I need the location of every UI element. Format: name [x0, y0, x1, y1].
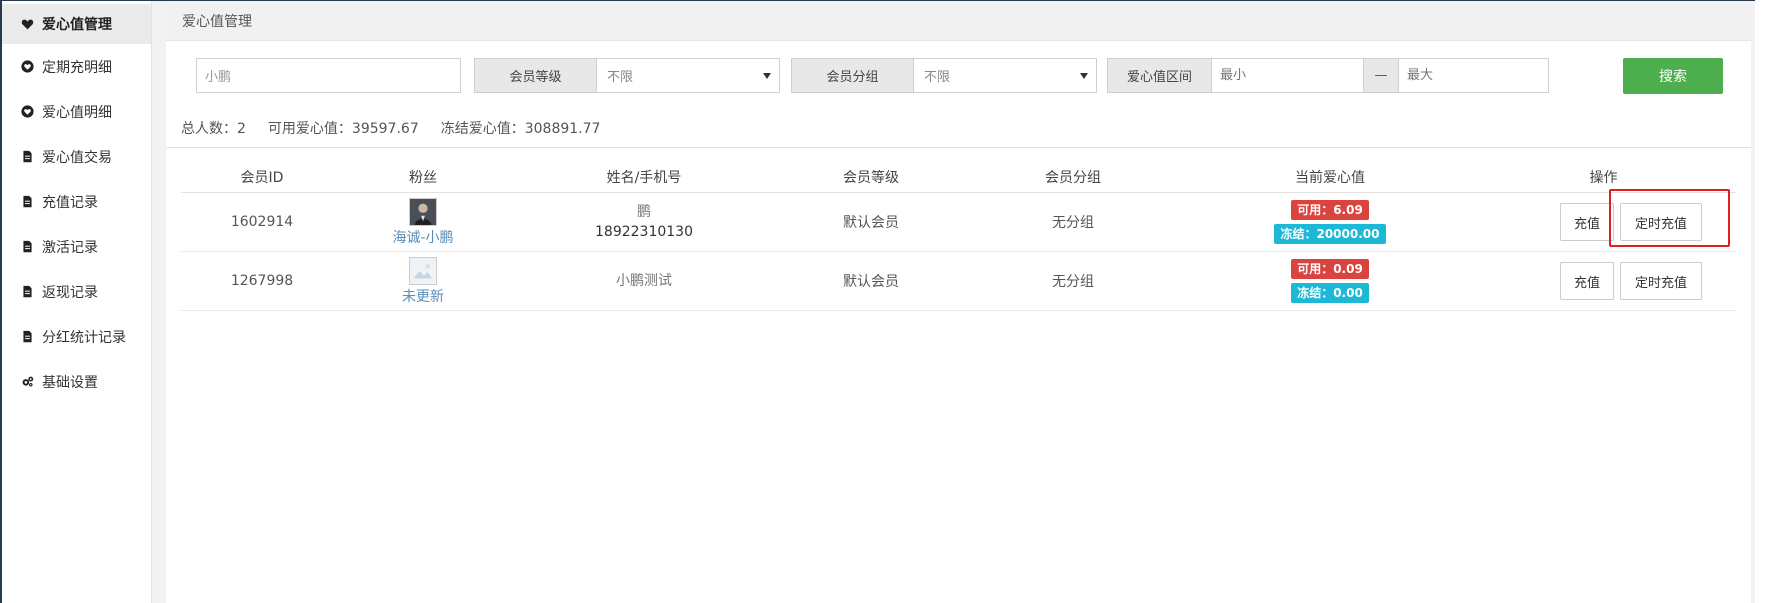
member-group-filter: 会员分组 不限: [791, 58, 1097, 93]
sidebar-item-label: 爱心值明细: [42, 104, 112, 121]
highlight-annotation: [1609, 189, 1730, 247]
heart-icon: [20, 17, 34, 31]
member-table: 会员ID 粉丝 姓名/手机号 会员等级 会员分组 当前爱心值 操作 160291…: [181, 161, 1736, 311]
sidebar-item-basic-settings[interactable]: 基础设置: [2, 359, 151, 404]
member-phone: 18922310130: [595, 224, 693, 240]
document-icon: [20, 150, 34, 164]
sidebar-item-label: 充值记录: [42, 194, 98, 211]
sidebar-item-love-detail[interactable]: 爱心值明细: [2, 89, 151, 134]
name-phone-cell: 小鹏测试: [503, 271, 785, 291]
member-group-label: 会员分组: [792, 59, 914, 92]
fan-name-link[interactable]: 海诚-小鹏: [392, 227, 453, 247]
sidebar: 爱心值管理 定期充明细 爱心值明细 爱心值交易 充值记录 激活记录 返现记录 分…: [2, 1, 152, 603]
breadcrumb: 爱心值管理: [166, 1, 1751, 41]
sidebar-item-label: 激活记录: [42, 239, 98, 256]
sidebar-item-label: 爱心值交易: [42, 149, 112, 166]
member-name: 鹏: [637, 204, 651, 220]
member-id: 1267998: [230, 273, 294, 289]
frozen-badge: 冻结：0.00: [1291, 283, 1369, 303]
summary-stats: 总人数：2 可用爱心值：39597.67 冻结爱心值：308891.77: [181, 118, 622, 138]
main-content: 爱心值管理 会员等级 不限 会员分组 不限 爱心值区间 — 搜索 总人数：2: [166, 1, 1751, 603]
chevron-down-icon: [1080, 72, 1088, 79]
search-button[interactable]: 搜索: [1623, 58, 1723, 94]
sidebar-item-label: 分红统计记录: [42, 329, 126, 346]
page-title: 爱心值管理: [182, 13, 252, 30]
chevron-down-icon: [763, 72, 771, 79]
frozen-love-total: 冻结爱心值：308891.77: [440, 121, 601, 137]
timed-recharge-button[interactable]: 定时充值: [1620, 262, 1702, 300]
sidebar-item-scheduled-charge-detail[interactable]: 定期充明细: [2, 44, 151, 89]
actions-cell: 充值 定时充值: [1471, 262, 1736, 300]
love-max-input[interactable]: [1399, 59, 1548, 92]
recharge-button[interactable]: 充值: [1560, 262, 1614, 300]
filter-bar: 会员等级 不限 会员分组 不限 爱心值区间 — 搜索: [166, 58, 1751, 94]
member-level-value: 不限: [607, 70, 634, 85]
fan-name-link[interactable]: 未更新: [402, 286, 444, 306]
member-name: 小鹏测试: [616, 273, 672, 289]
table-header: 会员ID 粉丝 姓名/手机号 会员等级 会员分组 当前爱心值 操作: [181, 161, 1736, 193]
member-level: 默认会员: [843, 215, 899, 231]
column-header: 姓名/手机号: [606, 169, 682, 186]
column-header: 会员ID: [240, 169, 284, 186]
column-header: 操作: [1589, 169, 1618, 186]
sidebar-item-label: 爱心值管理: [42, 17, 112, 33]
available-badge: 可用：6.09: [1291, 200, 1369, 220]
document-icon: [20, 240, 34, 254]
sidebar-item-label: 定期充明细: [42, 59, 112, 76]
column-header: 会员分组: [1045, 169, 1101, 186]
love-value-cell: 可用：6.09 冻结：20000.00: [1189, 200, 1471, 244]
column-header: 会员等级: [843, 169, 899, 186]
range-separator: —: [1363, 59, 1399, 92]
member-level-label: 会员等级: [475, 59, 597, 92]
member-group: 无分组: [1052, 215, 1094, 231]
column-header: 当前爱心值: [1295, 169, 1365, 186]
member-group: 无分组: [1052, 274, 1094, 290]
document-icon: [20, 330, 34, 344]
sidebar-item-recharge-record[interactable]: 充值记录: [2, 179, 151, 224]
avatar: [409, 197, 437, 226]
frozen-badge: 冻结：20000.00: [1274, 224, 1386, 244]
sidebar-item-cashback-record[interactable]: 返现记录: [2, 269, 151, 314]
fan-cell: 海诚-小鹏: [343, 197, 503, 247]
sidebar-item-label: 返现记录: [42, 284, 98, 301]
column-header: 粉丝: [409, 169, 437, 186]
member-group-value: 不限: [924, 70, 951, 85]
love-range-filter: 爱心值区间 —: [1107, 58, 1549, 93]
search-input[interactable]: [196, 58, 461, 93]
total-count: 总人数：2: [181, 121, 246, 137]
member-group-select[interactable]: 不限: [914, 59, 1096, 92]
divider: [166, 147, 1751, 148]
member-id: 1602914: [230, 214, 294, 230]
document-icon: [20, 285, 34, 299]
sidebar-item-label: 基础设置: [42, 374, 98, 391]
sidebar-item-love-trade[interactable]: 爱心值交易: [2, 134, 151, 179]
member-level-filter: 会员等级 不限: [474, 58, 780, 93]
table-row: 1602914 海诚-小鹏 鹏 18922310130 默认会员 无分组 可用：…: [181, 193, 1736, 252]
avatar-placeholder-icon: [409, 256, 437, 285]
member-level-select[interactable]: 不限: [597, 59, 779, 92]
available-badge: 可用：0.09: [1291, 259, 1369, 279]
love-min-input[interactable]: [1212, 59, 1363, 92]
love-range-label: 爱心值区间: [1108, 59, 1212, 92]
page-scrollbar[interactable]: [1755, 0, 1781, 603]
love-value-cell: 可用：0.09 冻结：0.00: [1189, 259, 1471, 303]
gears-icon: [20, 375, 34, 389]
recharge-button[interactable]: 充值: [1560, 203, 1614, 241]
available-love-total: 可用爱心值：39597.67: [267, 121, 419, 137]
fan-cell: 未更新: [343, 256, 503, 306]
heart-circle-icon: [20, 60, 34, 74]
table-row: 1267998 未更新 小鹏测试 默认会员 无分组 可用：0.09 冻结：0.0…: [181, 252, 1736, 311]
document-icon: [20, 195, 34, 209]
sidebar-item-dividend-stats[interactable]: 分红统计记录: [2, 314, 151, 359]
member-level: 默认会员: [843, 274, 899, 290]
name-phone-cell: 鹏 18922310130: [503, 202, 785, 242]
heart-circle-icon: [20, 105, 34, 119]
sidebar-item-love-management[interactable]: 爱心值管理: [2, 4, 151, 44]
sidebar-item-activation-record[interactable]: 激活记录: [2, 224, 151, 269]
